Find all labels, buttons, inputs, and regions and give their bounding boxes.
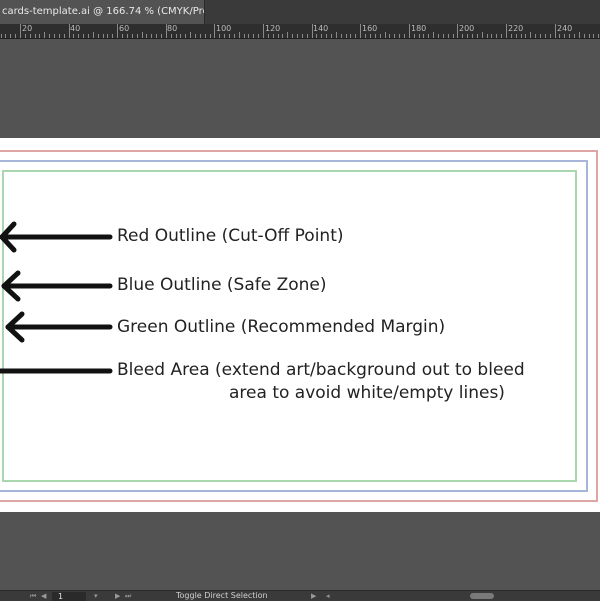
ruler-label: 140 — [313, 24, 329, 33]
horizontal-scrollbar-thumb[interactable] — [470, 593, 494, 599]
ruler-label: 180 — [411, 24, 427, 33]
horizontal-ruler[interactable]: 20 40 60 80 100 120 140 160 180 200 220 … — [0, 24, 600, 39]
document-tab[interactable]: cards-template.ai @ 166.74 % (CMYK/Previ… — [0, 0, 205, 24]
ruler-label: 200 — [459, 24, 475, 33]
ruler-label: 100 — [216, 24, 232, 33]
ruler-label: 120 — [265, 24, 281, 33]
ruler-label: 240 — [557, 24, 573, 33]
arrow-red-icon — [0, 221, 113, 253]
arrow-green-icon — [5, 311, 113, 343]
artboard[interactable]: Red Outline (Cut-Off Point) Blue Outline… — [0, 138, 600, 512]
green-outline-label: Green Outline (Recommended Margin) — [117, 317, 446, 337]
ruler-label: 220 — [508, 24, 524, 33]
bleed-area-label-line1: Bleed Area (extend art/background out to… — [117, 360, 525, 380]
red-outline-label: Red Outline (Cut-Off Point) — [117, 226, 344, 246]
document-tab-title: cards-template.ai @ 166.74 % (CMYK/Previ… — [2, 6, 204, 17]
status-bar: ⏮ ◀ 1 ▾ ▶ ⏭ Toggle Direct Selection ▶ ◂ — [0, 590, 600, 601]
ruler-label: 60 — [119, 24, 130, 33]
arrow-blue-icon — [1, 270, 113, 302]
ruler-label: 160 — [362, 24, 378, 33]
ruler-label: 40 — [70, 24, 81, 33]
ruler-label: 80 — [167, 24, 178, 33]
bleed-area-label-line2: area to avoid white/empty lines) — [229, 383, 505, 403]
blue-outline-label: Blue Outline (Safe Zone) — [117, 275, 327, 295]
document-tab-bar: cards-template.ai @ 166.74 % (CMYK/Previ… — [0, 0, 600, 25]
ruler-label: 20 — [22, 24, 33, 33]
